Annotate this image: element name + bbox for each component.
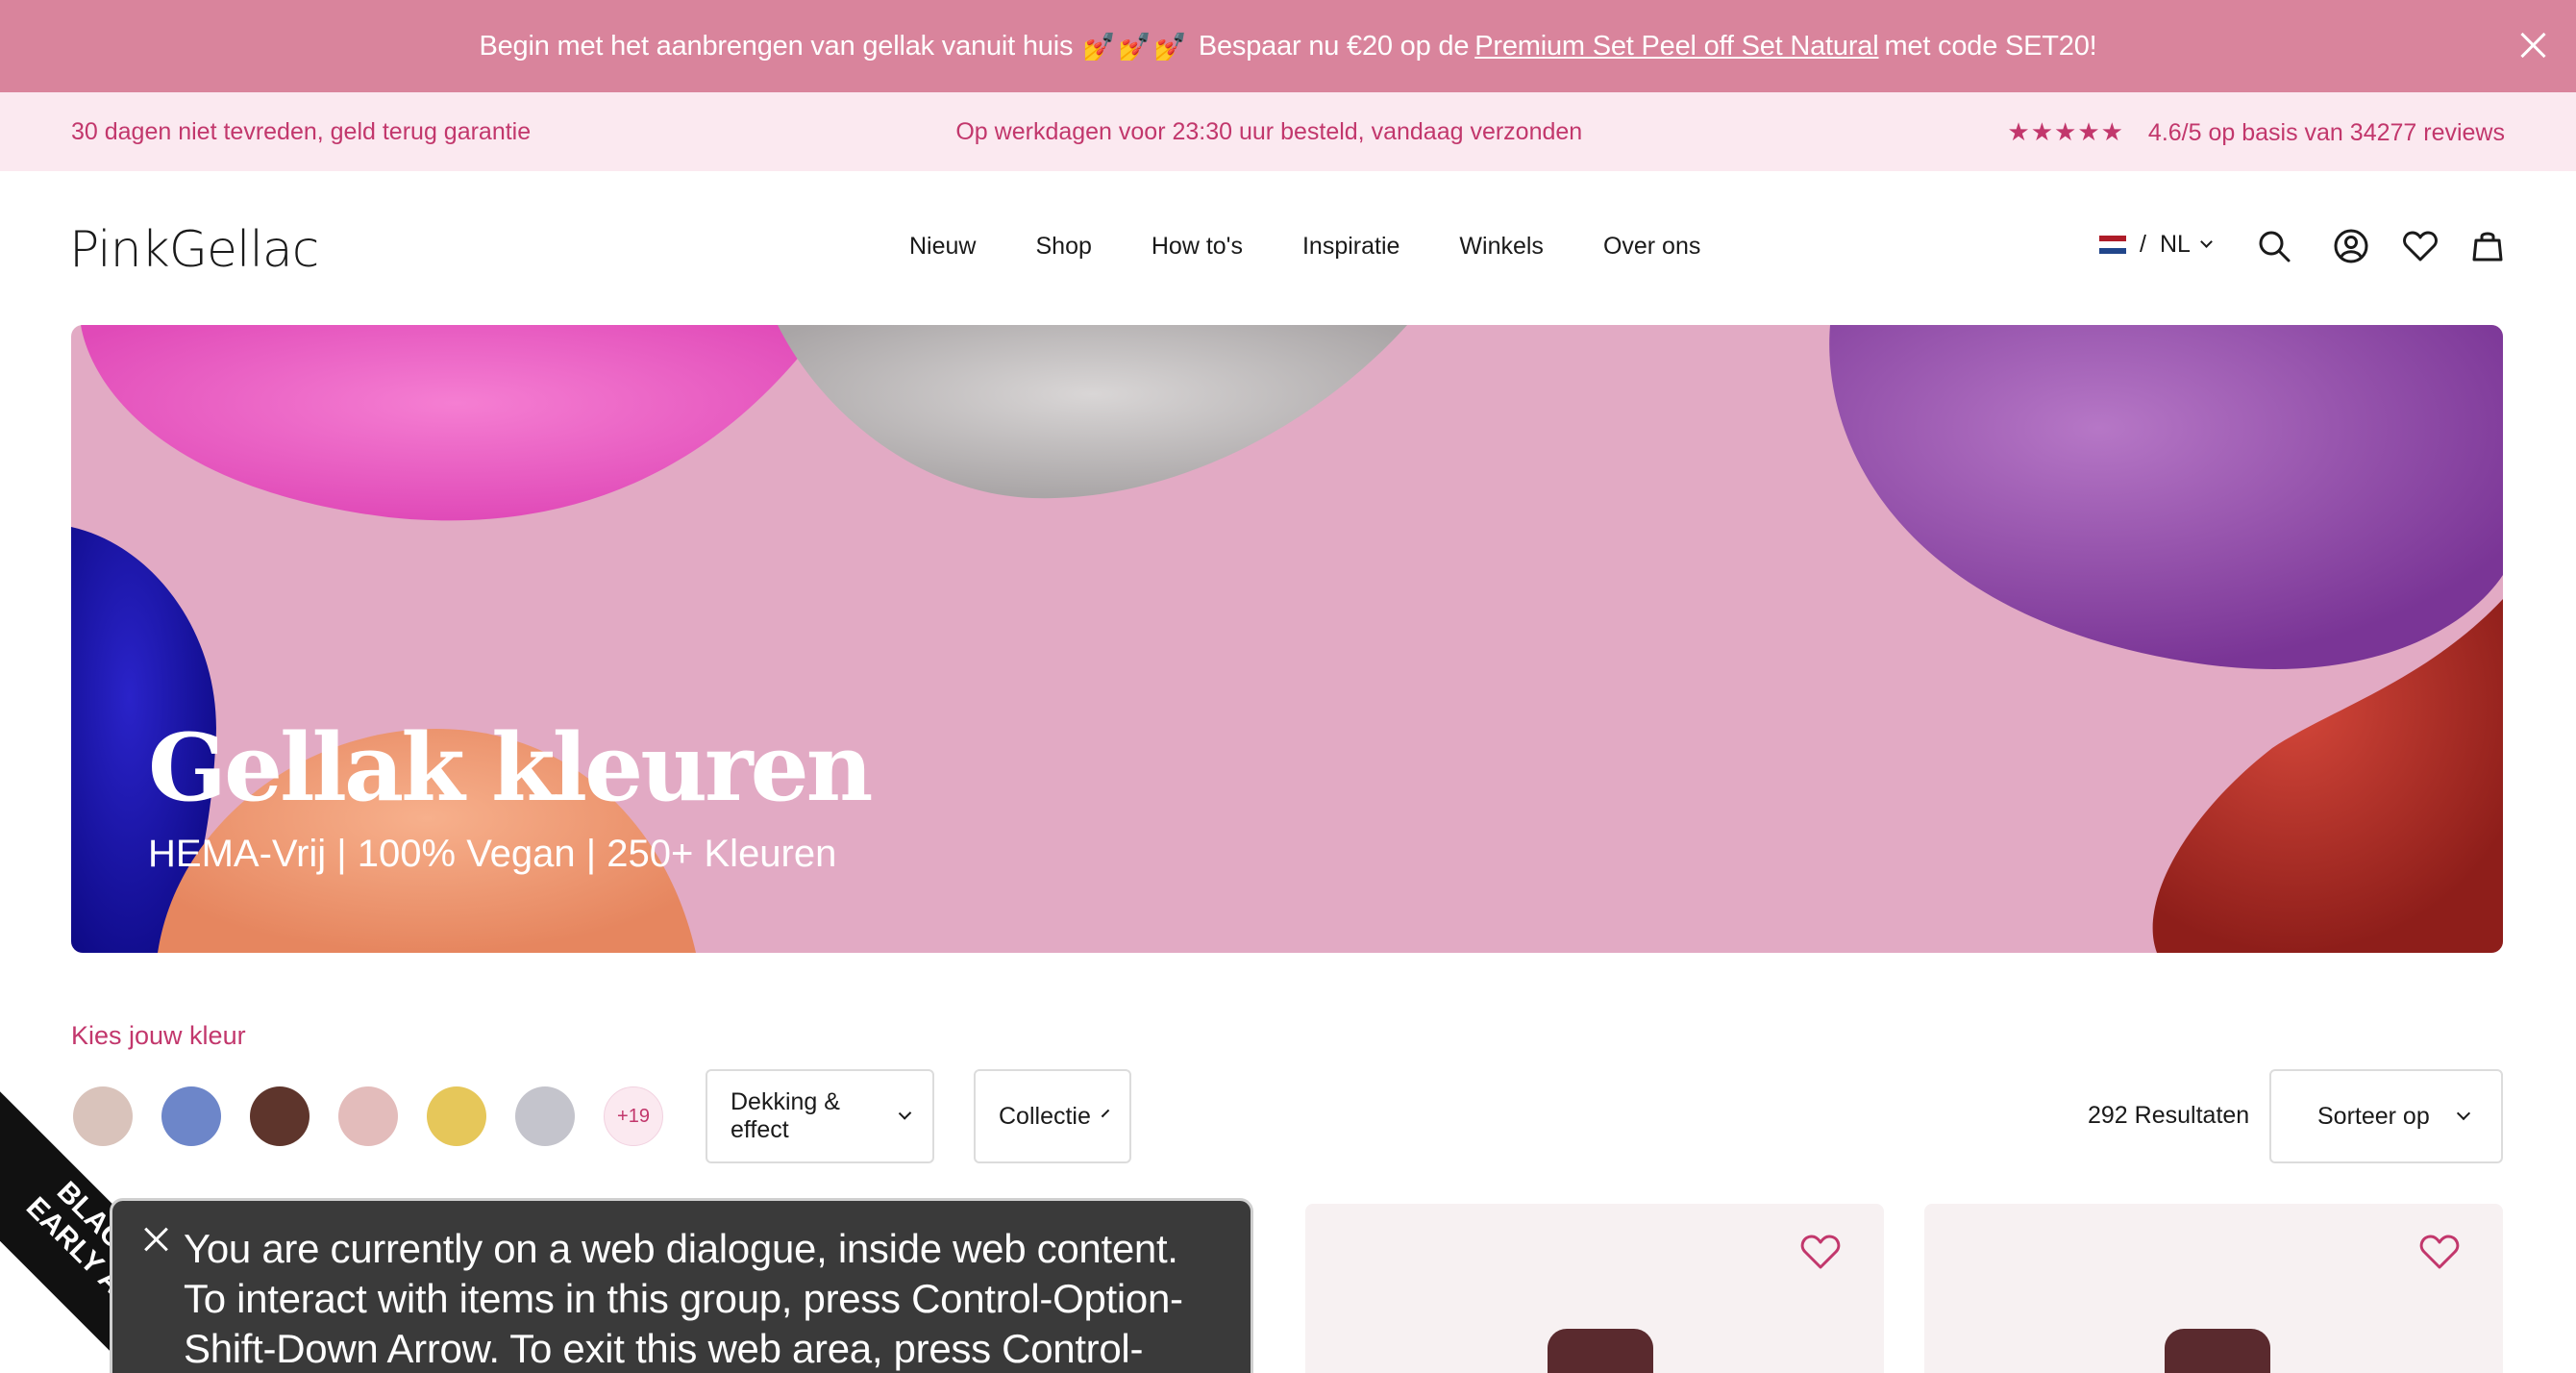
product-card[interactable] xyxy=(1924,1204,2503,1373)
results-number: 292 xyxy=(2088,1102,2128,1129)
promo-product-link[interactable]: Premium Set Peel off Set Natural xyxy=(1474,31,1878,62)
more-colors-button[interactable]: +19 xyxy=(604,1086,663,1146)
locale-selector[interactable]: / NL xyxy=(2099,231,2213,259)
guarantee-text: 30 dagen niet tevreden, geld terug garan… xyxy=(71,117,532,145)
voiceover-dialog: You are currently on a web dialogue, ins… xyxy=(110,1198,1253,1373)
nav-item-over-ons[interactable]: Over ons xyxy=(1603,233,1700,261)
hero-title: Gellak kleuren xyxy=(148,713,873,822)
promo-text-before: Begin met het aanbrengen van gellak vanu… xyxy=(479,30,1074,62)
chevron-down-icon xyxy=(1101,1109,1110,1118)
site-header: PinkGellac Nieuw Shop How to's Inspirati… xyxy=(0,171,2576,325)
nav-item-nieuw[interactable]: Nieuw xyxy=(909,233,976,261)
nail-polish-emoji: 💅💅💅 xyxy=(1082,31,1189,62)
chevron-down-icon xyxy=(898,1107,912,1120)
product-image xyxy=(2165,1329,2270,1373)
product-card[interactable] xyxy=(1305,1204,1884,1373)
rating-text: 4.6/5 op basis van 34277 reviews xyxy=(2147,118,2505,146)
color-picker-label: Kies jouw kleur xyxy=(71,1021,246,1050)
logo[interactable]: PinkGellac xyxy=(69,221,319,279)
nav-item-shop[interactable]: Shop xyxy=(1035,233,1091,261)
cart-icon[interactable] xyxy=(2468,227,2507,265)
product-image xyxy=(1548,1329,1653,1373)
promo-bar: Begin met het aanbrengen van gellak vanu… xyxy=(0,0,2576,92)
wishlist-heart-icon[interactable] xyxy=(2418,1233,2461,1271)
collection-dropdown[interactable]: Collectie xyxy=(974,1069,1131,1163)
collection-label: Collectie xyxy=(999,1102,1091,1130)
chevron-down-icon xyxy=(2456,1106,2470,1121)
locale-separator: / xyxy=(2140,231,2146,258)
hero-subtitle: HEMA-Vrij | 100% Vegan | 250+ Kleuren xyxy=(148,833,837,875)
coverage-effect-label: Dekking & effect xyxy=(731,1088,840,1143)
chevron-down-icon xyxy=(2200,236,2213,248)
shipping-text: Op werkdagen voor 23:30 uur besteld, van… xyxy=(955,117,1583,145)
color-swatch-grey[interactable] xyxy=(515,1086,575,1146)
rating-summary[interactable]: ★★★★★ 4.6/5 op basis van 34277 reviews xyxy=(2007,117,2505,147)
dutch-flag-icon xyxy=(2099,235,2126,255)
promo-text-after: met code SET20! xyxy=(1884,30,2097,62)
color-swatch-nude-pink[interactable] xyxy=(338,1086,398,1146)
wishlist-heart-icon[interactable] xyxy=(1799,1233,1842,1271)
nav-item-winkels[interactable]: Winkels xyxy=(1459,233,1544,261)
results-label: Resultaten xyxy=(2134,1102,2250,1129)
main-nav: Nieuw Shop How to's Inspiratie Winkels O… xyxy=(909,233,1760,261)
results-count: 292 Resultaten xyxy=(2088,1102,2249,1130)
close-icon[interactable] xyxy=(2516,29,2549,62)
voiceover-text: You are currently on a web dialogue, ins… xyxy=(184,1226,1183,1371)
hero-banner: Gellak kleuren HEMA-Vrij | 100% Vegan | … xyxy=(71,325,2503,953)
sort-dropdown[interactable]: Sorteer op xyxy=(2269,1069,2503,1163)
locale-label: NL xyxy=(2159,231,2191,258)
promo-text-mid: Bespaar nu €20 op de xyxy=(1198,30,1470,62)
color-swatch-yellow[interactable] xyxy=(427,1086,486,1146)
wishlist-icon[interactable] xyxy=(2401,227,2440,265)
coverage-effect-dropdown[interactable]: Dekking & effect xyxy=(706,1069,934,1163)
nav-item-how-tos[interactable]: How to's xyxy=(1152,233,1243,261)
usp-bar: 30 dagen niet tevreden, geld terug garan… xyxy=(0,92,2576,171)
nav-item-inspiratie[interactable]: Inspiratie xyxy=(1302,233,1399,261)
account-icon[interactable] xyxy=(2332,227,2370,265)
sort-label: Sorteer op xyxy=(2317,1102,2430,1130)
close-icon[interactable] xyxy=(141,1224,170,1253)
search-icon[interactable] xyxy=(2255,227,2293,265)
star-rating-icon: ★★★★★ xyxy=(2007,116,2124,146)
